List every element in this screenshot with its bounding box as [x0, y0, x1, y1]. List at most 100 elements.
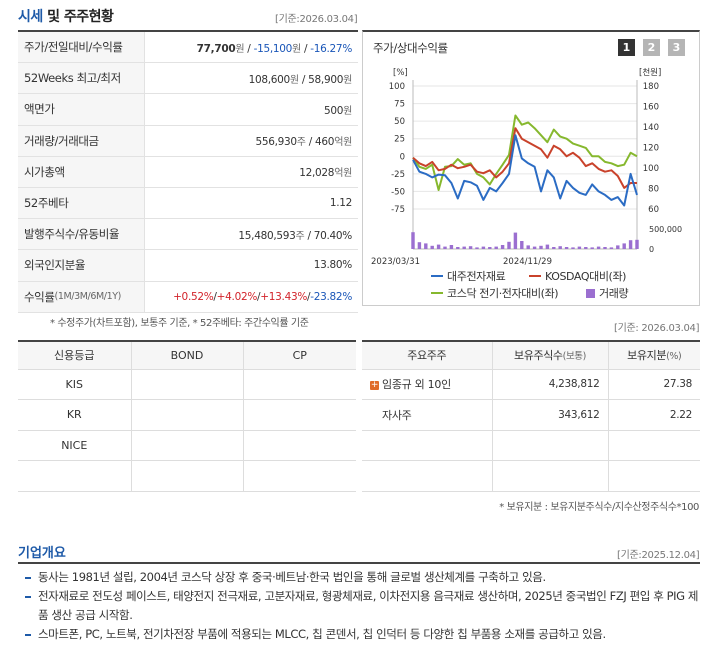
table-row: KR: [18, 399, 356, 431]
holders-basis-date: [기준: 2026.03.04]: [614, 323, 700, 334]
left-tick-label: -50: [391, 187, 405, 197]
amount-value: 460: [315, 136, 335, 149]
return-1m: +0.52%: [173, 290, 214, 303]
separator: /: [304, 229, 314, 242]
separator: /: [305, 136, 316, 149]
volume-bar: [488, 247, 492, 249]
chart-period-button-1[interactable]: 1: [618, 39, 635, 56]
table-row: + 임종규 외 10인 4,238,812 27.38: [362, 369, 700, 400]
holder-name-cell: [362, 460, 492, 492]
left-tick-label: -25: [391, 170, 405, 180]
left-tick-label: -75: [391, 205, 405, 215]
legend-label: KOSDAQ대비(좌): [545, 270, 627, 283]
section-title-sub: 및 주주현황: [47, 9, 114, 25]
volume-tick-label: 0: [649, 245, 654, 254]
unit: 억원: [334, 137, 352, 149]
agency-cell: KIS: [18, 369, 131, 400]
legend-kosdaq: KOSDAQ대비(좌): [529, 268, 626, 284]
stock-chart: [%] [천원] 100 75 50 25 0 -25 -50 -75 180 160 140 120 10…: [371, 67, 682, 267]
returns-label: 수익률: [24, 289, 55, 304]
pct-cell: [607, 460, 700, 492]
unit: 원: [235, 43, 245, 55]
volume-bar: [468, 246, 473, 249]
table-row: [18, 460, 356, 492]
agency-cell: KR: [18, 399, 131, 431]
shares-cell: 343,612: [491, 399, 608, 431]
shares-cell: [491, 430, 608, 461]
volume-bar: [475, 247, 479, 249]
table-header-row: 주요주주 보유주식수(보통) 보유지분(%): [362, 341, 700, 370]
legend-line-icon: [529, 275, 541, 277]
unit: 원: [289, 74, 299, 86]
beta-row: 52주베타 1.12: [18, 187, 358, 220]
change-pct: -16.27%: [310, 42, 352, 55]
unit: 원: [343, 74, 352, 86]
volume-bar: [596, 246, 601, 249]
cp-cell: [242, 369, 356, 400]
unit: 억원: [334, 168, 352, 180]
float-ratio: 70.40%: [313, 229, 353, 242]
volume-bar: [609, 247, 614, 249]
expand-plus-icon[interactable]: +: [370, 380, 379, 390]
chart-period-button-2[interactable]: 2: [643, 39, 660, 56]
shares-row: 발행주식수/유동비율 15,480,593주 / 70.40%: [18, 219, 358, 251]
holder-name[interactable]: 임종규 외 10인: [382, 378, 451, 391]
par-value: 500: [323, 104, 344, 117]
volume-bar: [430, 245, 434, 249]
volume-bar: [590, 247, 594, 249]
column-header: BOND: [130, 341, 243, 370]
legend-stock: 대주전자재료: [431, 268, 506, 284]
volume-bar: [564, 247, 569, 249]
volume-bar: [622, 243, 626, 249]
row-value: 108,600원 / 58,900원: [145, 71, 358, 86]
volume-bar: [411, 232, 415, 249]
list-item: 스마트폰, PC, 노트북, 전기차전장 부품에 적용되는 MLCC, 칩 콘덴…: [24, 625, 700, 644]
row-label: 시가총액: [18, 156, 145, 187]
volume-bar: [532, 246, 537, 249]
agency-cell: NICE: [18, 430, 131, 461]
volume-bar: [507, 241, 511, 249]
row-value: +0.52%/+4.02%/+13.43%/-23.82%: [145, 291, 358, 303]
volume-bar: [481, 246, 486, 249]
agency-cell: [18, 460, 131, 492]
chart-period-button-3[interactable]: 3: [668, 39, 685, 56]
section-title: 시세 및 주주현황: [18, 6, 114, 26]
legend-label: 코스닥 전기·전자대비(좌): [447, 287, 559, 300]
volume-bar: [539, 245, 543, 249]
52week-row: 52Weeks 최고/최저 108,600원 / 58,900원: [18, 63, 358, 95]
volume-bar: [558, 246, 562, 249]
cp-cell: [242, 460, 356, 492]
bond-cell: [130, 399, 243, 431]
volume-bar: [443, 246, 447, 249]
bond-cell: [130, 430, 243, 461]
volume-bar: [513, 232, 518, 249]
row-label: 외국인지분율: [18, 250, 145, 281]
series-line-3: [412, 114, 638, 191]
unit: 원: [292, 43, 301, 55]
left-tick-label: 0: [400, 152, 405, 162]
cp-cell: [242, 430, 356, 461]
column-header: CP: [242, 341, 356, 370]
volume-bar: [584, 247, 588, 249]
holder-name-cell[interactable]: + 임종규 외 10인: [362, 369, 492, 400]
row-value: 12,028억원: [145, 164, 358, 179]
return-1y: -23.82%: [310, 290, 352, 303]
return-3m: +4.02%: [216, 290, 258, 303]
overview-divider: [18, 562, 700, 564]
right-tick-label: 160: [643, 103, 659, 113]
par-row: 액면가 500원: [18, 94, 358, 126]
pct-cell: 2.22: [607, 399, 700, 431]
column-header: 신용등급: [18, 341, 131, 370]
row-value: 556,930주 / 460억원: [145, 133, 358, 148]
overview-list: 동사는 1981년 설립, 2004년 코스닥 상장 후 중국·베트남·한국 법…: [24, 568, 700, 644]
pct-cell: [607, 430, 700, 461]
low-value: 58,900: [308, 73, 344, 86]
credit-rating-table: 신용등급 BOND CP KIS KR NICE: [18, 340, 356, 492]
volume-bar: [603, 247, 607, 249]
right-tick-label: 100: [643, 164, 659, 174]
table-row: [362, 430, 700, 461]
column-header-main: 보유주식수: [514, 349, 563, 363]
table-row: [362, 460, 700, 492]
series-line-2: [412, 127, 637, 189]
market-info-table: 주가/전일대비/수익률 77,700원 / -15,100원 / -16.27%…: [18, 30, 358, 313]
